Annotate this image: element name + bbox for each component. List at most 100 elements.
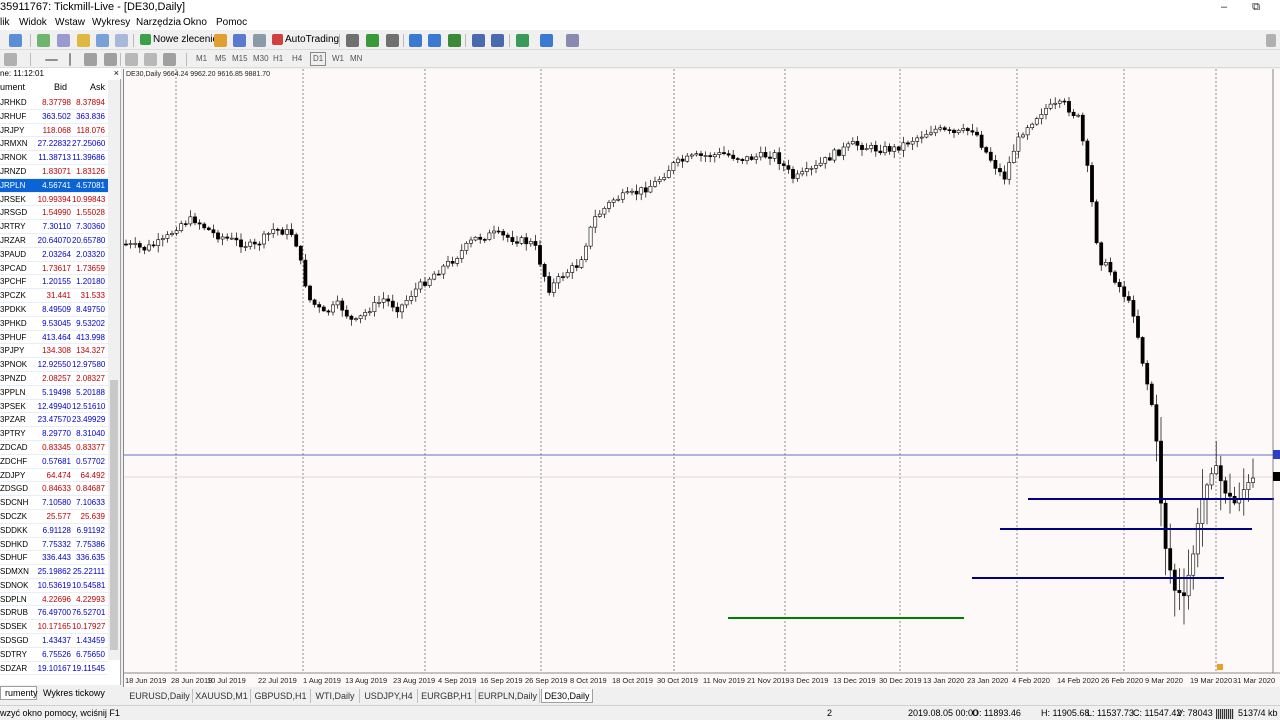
bar-chart-icon[interactable] (346, 34, 359, 47)
market-watch-row[interactable]: 3PCZK 31.441 31.533 (0, 289, 108, 303)
timeframe-h4[interactable]: H4 (292, 53, 302, 65)
chart-shift-icon[interactable] (491, 34, 504, 47)
scrollbar-thumb[interactable] (110, 380, 118, 650)
crosshair-icon[interactable] (57, 34, 70, 47)
indicators-icon[interactable] (516, 34, 529, 47)
timeframe-m5[interactable]: M5 (215, 53, 226, 65)
timeframe-h1[interactable]: H1 (273, 53, 283, 65)
navigator-icon[interactable] (77, 34, 90, 47)
price-chart[interactable]: 18 Jun 2019 28 Jun 2019 10 Jul 2019 22 Jul … (123, 69, 1280, 687)
candlestick-icon[interactable] (366, 34, 379, 47)
trendline-icon[interactable] (69, 53, 71, 66)
templates-icon[interactable] (566, 34, 579, 47)
market-watch-row[interactable]: SDPLN 4.22696 4.22993 (0, 593, 108, 607)
chart-tab-xauusd[interactable]: XAUUSD,M1 (193, 689, 251, 703)
market-watch-row[interactable]: 3PJPY 134.308 134.327 (0, 344, 108, 359)
column-bid[interactable]: Bid (54, 80, 67, 95)
close-icon[interactable]: × (114, 68, 119, 79)
arrows-icon[interactable] (163, 53, 176, 66)
market-watch-row[interactable]: SDNOK 10.53619 10.54581 (0, 579, 108, 593)
market-watch-row[interactable]: JRTRY 7.30110 7.30360 (0, 220, 108, 234)
zoom-in-icon[interactable] (409, 34, 422, 47)
line-chart-icon[interactable] (386, 34, 399, 47)
maximize-button[interactable]: ⧉ (1244, 0, 1268, 16)
market-watch-row[interactable]: 3PHKD 9.53045 9.53202 (0, 317, 108, 331)
text-label-icon[interactable] (144, 53, 157, 66)
market-watch-row[interactable]: 3PTRY 8.29770 8.31040 (0, 427, 108, 441)
periods-icon[interactable] (540, 34, 553, 47)
chart-tab-gbpusd[interactable]: GBPUSD,H1 (251, 689, 311, 703)
market-watch-row[interactable]: 3PCHF 1.20155 1.20180 (0, 275, 108, 290)
timeframe-m15[interactable]: M15 (232, 53, 248, 65)
metaeditor-icon[interactable] (214, 34, 227, 47)
market-watch-row[interactable]: ZDSGD 0.84633 0.84687 (0, 482, 108, 497)
menu-charts[interactable]: Wykresy (92, 16, 130, 30)
market-watch-row[interactable]: SDCZK 25.577 25.639 (0, 510, 108, 524)
menu-view[interactable]: Widok (19, 16, 47, 30)
market-watch-row[interactable]: ZDCAD 0.83345 0.83377 (0, 441, 108, 455)
chart-tab-eurpln[interactable]: EURPLN,Daily (476, 689, 540, 703)
market-watch-row[interactable]: 3PHUF 413.464 413.998 (0, 331, 108, 345)
timeframe-d1[interactable]: D1 (310, 52, 327, 66)
tester-icon[interactable] (115, 34, 128, 47)
market-watch-scrollbar[interactable] (108, 80, 120, 660)
market-watch-row[interactable]: 3PZAR 23.47570 23.49929 (0, 413, 108, 428)
market-watch-row[interactable]: JRMXN 27.22832 27.25060 (0, 137, 108, 152)
menu-tools[interactable]: Narzędzia (136, 16, 181, 30)
new-chart-icon[interactable] (9, 34, 22, 47)
options-icon[interactable] (233, 34, 246, 47)
chart-tab-de30[interactable]: DE30,Daily (541, 689, 593, 703)
market-watch-row[interactable]: 3PNOK 12.92550 12.97580 (0, 358, 108, 372)
zoom-out-icon[interactable] (428, 34, 441, 47)
horizontal-line-icon[interactable] (45, 59, 58, 61)
timeframe-m30[interactable]: M30 (253, 53, 269, 65)
menu-file[interactable]: lik (0, 16, 9, 30)
timeframe-m1[interactable]: M1 (196, 53, 207, 65)
market-watch-row[interactable]: 3PDKK 8.49509 8.49750 (0, 303, 108, 317)
market-watch-row[interactable]: ZDCHF 0.57681 0.57702 (0, 455, 108, 469)
menu-help[interactable]: Pomoc (216, 16, 247, 30)
menu-window[interactable]: Okno (183, 16, 207, 30)
terminal-icon[interactable] (96, 34, 109, 47)
timeframe-w1[interactable]: W1 (332, 53, 344, 65)
column-ask[interactable]: Ask (90, 80, 105, 95)
market-watch-row[interactable]: SDMXN 25.19862 25.22111 (0, 565, 108, 579)
market-watch-row[interactable]: 3PAUD 2.03264 2.03320 (0, 248, 108, 262)
tile-windows-icon[interactable] (448, 34, 461, 47)
tab-tick-chart[interactable]: Wykres tickowy (38, 686, 110, 700)
column-symbol[interactable]: ument (0, 80, 25, 95)
chart-tab-wti[interactable]: WTI,Daily (311, 689, 360, 703)
market-watch-row[interactable]: JRSGD 1.54990 1.55028 (0, 206, 108, 221)
market-watch-row[interactable]: JRNZD 1.83071 1.83126 (0, 165, 108, 179)
market-watch-row[interactable]: ZDJPY 64.474 64.492 (0, 469, 108, 483)
menu-insert[interactable]: Wstaw (55, 16, 85, 30)
chart-tab-eurgbp[interactable]: EURGBP,H1 (418, 689, 476, 703)
market-watch-row[interactable]: 3PCAD 1.73617 1.73659 (0, 262, 108, 276)
market-watch-row[interactable]: SDTRY 6.75526 6.75650 (0, 648, 108, 662)
cursor-icon[interactable] (4, 53, 17, 66)
chart-canvas[interactable]: 18 Jun 2019 28 Jun 201910 Jul 2019 22 Jul … (124, 69, 1280, 687)
text-icon[interactable] (125, 53, 138, 66)
market-watch-row[interactable]: SDRUB 76.49700 76.52701 (0, 606, 108, 621)
profiles-icon[interactable] (37, 34, 50, 47)
market-watch-row[interactable]: JRNOK 11.38713 11.39686 (0, 151, 108, 165)
signals-icon[interactable] (253, 34, 266, 47)
market-watch-row[interactable]: 3PSEK 12.49940 12.51610 (0, 400, 108, 414)
fibonacci-icon[interactable] (104, 53, 117, 66)
market-watch-row[interactable]: 3PPLN 5.19498 5.20188 (0, 386, 108, 400)
toolbar-chevron-icon[interactable] (1266, 34, 1276, 47)
market-watch-row[interactable]: JRHUF 363.502 363.836 (0, 110, 108, 124)
market-watch-row[interactable]: SDSGD 1.43437 1.43459 (0, 634, 108, 648)
market-watch-row[interactable]: JRHKD 8.37798 8.37894 (0, 96, 108, 110)
channel-icon[interactable] (84, 53, 97, 66)
chart-tab-eurusd[interactable]: EURUSD,Daily (127, 689, 193, 703)
market-watch-row[interactable]: SDHKD 7.75332 7.75386 (0, 538, 108, 552)
market-watch-row[interactable]: JRSEK 10.99394 10.99843 (0, 193, 108, 207)
timeframe-mn[interactable]: MN (350, 53, 362, 65)
minimize-button[interactable]: – (1212, 0, 1236, 16)
market-watch-row[interactable]: JRZAR 20.64070 20.65780 (0, 234, 108, 248)
market-watch-row[interactable]: 3PNZD 2.08257 2.08327 (0, 372, 108, 386)
chart-tab-usdjpy[interactable]: USDJPY,H4 (360, 689, 418, 703)
autotrading-button[interactable]: AutoTrading (272, 32, 339, 48)
market-watch-row[interactable]: JRJPY 118.068 118.076 (0, 124, 108, 138)
